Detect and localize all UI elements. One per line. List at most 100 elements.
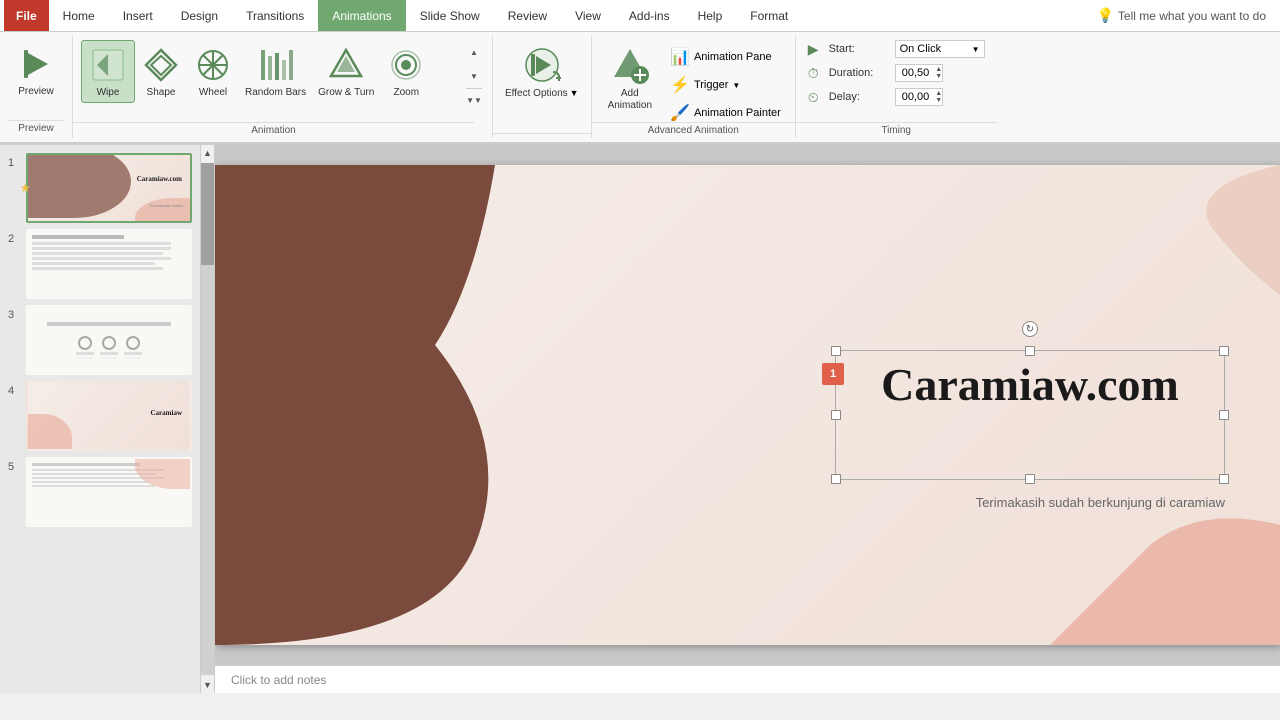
animation-pane-button[interactable]: 📊 Animation Pane <box>664 44 787 70</box>
effect-options-label: Effect Options <box>505 88 568 99</box>
animation-zoom[interactable]: Zoom <box>380 41 432 102</box>
animation-grow-turn[interactable]: Grow & Turn <box>312 41 380 102</box>
delay-up-button[interactable]: ▲ <box>935 90 942 97</box>
animation-items: Wipe Shape <box>81 40 464 103</box>
tab-view[interactable]: View <box>561 0 615 31</box>
duration-input[interactable]: 00,50 ▲ ▼ <box>895 64 943 82</box>
grow-turn-label: Grow & Turn <box>318 87 374 98</box>
preview-label: Preview <box>18 86 54 97</box>
trigger-button[interactable]: ⚡ Trigger ▼ <box>664 72 787 98</box>
shape-icon <box>141 45 181 85</box>
slide-item-5[interactable]: 5 <box>8 457 192 527</box>
wipe-icon <box>88 45 128 85</box>
notes-area[interactable]: Click to add notes <box>215 665 1280 693</box>
handle-middle-right[interactable] <box>1219 410 1229 420</box>
main-area: ▲ ▼ 1 ★ Caramiaw.com Terimakasih suda <box>0 145 1280 693</box>
tab-file[interactable]: File <box>4 0 49 31</box>
slide-shape-brown <box>215 165 555 645</box>
slide-scroll-up-button[interactable]: ▲ <box>201 145 215 161</box>
slide-scroll-thumb[interactable] <box>201 163 214 265</box>
rotation-handle[interactable]: ↻ <box>1022 321 1038 337</box>
wheel-label: Wheel <box>199 87 227 98</box>
duration-down-button[interactable]: ▼ <box>935 73 942 80</box>
tab-format[interactable]: Format <box>736 0 802 31</box>
scroll-up-button[interactable]: ▲ <box>466 40 482 64</box>
animation-random-bars[interactable]: Random Bars <box>239 41 312 102</box>
delay-spinner[interactable]: ▲ ▼ <box>935 90 942 104</box>
lightbulb-icon: 💡 <box>1096 7 1113 24</box>
scroll-down-button[interactable]: ▼ <box>466 64 482 88</box>
tab-slideshow[interactable]: Slide Show <box>406 0 494 31</box>
animation-wipe[interactable]: Wipe <box>81 40 135 103</box>
slide-item-4[interactable]: 4 Caramiaw <box>8 381 192 451</box>
tab-addins[interactable]: Add-ins <box>615 0 684 31</box>
slide-shape-pink-tr <box>1080 165 1280 315</box>
selection-border: ↻ 1 <box>835 350 1225 480</box>
animation-section-label: Animation <box>73 122 474 136</box>
trigger-icon: ⚡ <box>670 75 690 95</box>
slide-thumb-5[interactable] <box>26 457 192 527</box>
animation-painter-icon: 🖌️ <box>670 103 690 123</box>
delay-down-button[interactable]: ▼ <box>935 97 942 104</box>
slide-item-3[interactable]: 3 <box>8 305 192 375</box>
handle-top-left[interactable] <box>831 346 841 356</box>
slide-list: 1 ★ Caramiaw.com Terimakasih sudah... <box>0 145 214 535</box>
slide-number-1: 1 <box>8 157 20 169</box>
tab-animations[interactable]: Animations <box>318 0 405 31</box>
effect-options-button[interactable]: Effect Options ▼ <box>501 40 583 103</box>
effect-options-icon <box>521 44 563 86</box>
tab-design[interactable]: Design <box>167 0 232 31</box>
advanced-section-label: Advanced Animation <box>592 122 795 136</box>
slide-canvas[interactable]: ↻ 1 Caramiaw. <box>215 165 1280 645</box>
start-dropdown[interactable]: On Click ▼ <box>895 40 985 58</box>
handle-bottom-middle[interactable] <box>1025 474 1035 484</box>
duration-spinner[interactable]: ▲ ▼ <box>935 66 942 80</box>
slide-item-2[interactable]: 2 <box>8 229 192 299</box>
slide-thumb-1[interactable]: Caramiaw.com Terimakasih sudah... <box>26 153 192 223</box>
effect-options-dropdown-arrow: ▼ <box>570 88 579 98</box>
slide-thumb-4[interactable]: Caramiaw <box>26 381 192 451</box>
handle-bottom-right[interactable] <box>1219 474 1229 484</box>
duration-clock-icon: ⏱ <box>808 65 819 82</box>
ribbon-tabs-row: File Home Insert Design Transitions Anim… <box>0 0 1280 32</box>
duration-up-button[interactable]: ▲ <box>935 66 942 73</box>
add-animation-icon <box>609 44 651 86</box>
tab-tell-me[interactable]: 💡 Tell me what you want to do <box>1082 0 1280 31</box>
tab-insert[interactable]: Insert <box>109 0 167 31</box>
slide-star-1: ★ <box>20 181 31 195</box>
animation-wheel[interactable]: Wheel <box>187 41 239 102</box>
wheel-icon <box>193 45 233 85</box>
tab-help[interactable]: Help <box>684 0 737 31</box>
preview-button[interactable]: Preview <box>8 40 64 101</box>
slide-number-2: 2 <box>8 233 20 245</box>
notes-placeholder: Click to add notes <box>231 673 326 687</box>
handle-top-right[interactable] <box>1219 346 1229 356</box>
tab-transitions[interactable]: Transitions <box>232 0 318 31</box>
preview-icon <box>16 44 56 84</box>
zoom-label: Zoom <box>394 87 420 98</box>
tab-review[interactable]: Review <box>494 0 561 31</box>
slide-subtitle-container: Terimakasih sudah berkunjung di caramiaw <box>976 495 1225 510</box>
handle-top-middle[interactable] <box>1025 346 1035 356</box>
effect-section-label <box>493 133 591 136</box>
add-animation-button[interactable]: AddAnimation <box>600 40 660 116</box>
shape-label: Shape <box>147 87 176 98</box>
delay-input[interactable]: 00,00 ▲ ▼ <box>895 88 943 106</box>
handle-middle-left[interactable] <box>831 410 841 420</box>
slide-number-3: 3 <box>8 309 20 321</box>
animation-shape[interactable]: Shape <box>135 41 187 102</box>
slide-thumb-2[interactable] <box>26 229 192 299</box>
slide-thumb-3[interactable] <box>26 305 192 375</box>
timing-section: ▶ Start: On Click ▼ ⏱ Duration: 00,50 ▲ … <box>796 36 997 138</box>
animation-scroll-buttons: ▲ ▼ ▼▼ <box>464 40 484 112</box>
ribbon-content: Preview Preview Wipe <box>0 32 1280 144</box>
handle-bottom-left[interactable] <box>831 474 841 484</box>
scroll-expand-button[interactable]: ▼▼ <box>466 88 482 112</box>
animation-section: Wipe Shape <box>73 36 493 138</box>
slide-item-1[interactable]: 1 ★ Caramiaw.com Terimakasih sudah... <box>8 153 192 223</box>
timing-section-label: Timing <box>796 122 997 136</box>
slide-panel-scrollbar: ▲ ▼ <box>200 145 214 693</box>
tab-home[interactable]: Home <box>49 0 109 31</box>
grow-turn-icon <box>326 45 366 85</box>
slide-scroll-down-button[interactable]: ▼ <box>201 677 215 693</box>
